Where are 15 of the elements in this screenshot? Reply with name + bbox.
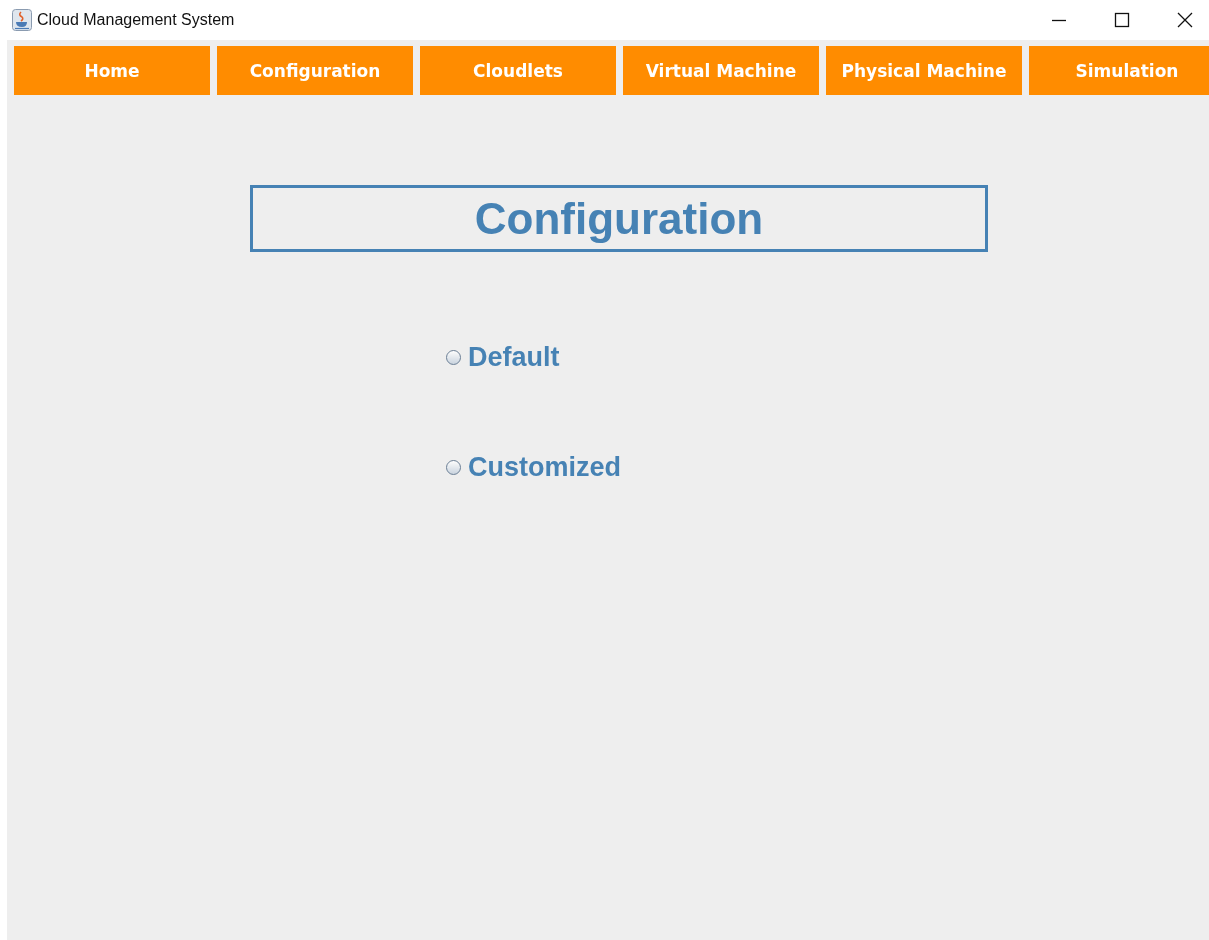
nav-button[interactable]: Simulation	[1029, 46, 1209, 95]
option-label[interactable]: Default	[468, 341, 560, 373]
window-title: Cloud Management System	[37, 11, 235, 29]
radio-button[interactable]	[446, 349, 461, 365]
nav-button[interactable]: Configuration	[217, 46, 413, 95]
option-label[interactable]: Customized	[468, 451, 621, 483]
nav-button[interactable]: Cloudlets	[420, 46, 616, 95]
nav-button[interactable]: Physical Machine	[826, 46, 1022, 95]
nav-button[interactable]: Home	[14, 46, 210, 95]
close-icon[interactable]	[1177, 12, 1193, 28]
radio-button[interactable]	[446, 459, 461, 475]
app-icon	[12, 9, 32, 31]
page-heading: Configuration	[250, 185, 988, 252]
maximize-icon[interactable]	[1114, 12, 1130, 28]
nav-button[interactable]: Virtual Machine	[623, 46, 819, 95]
